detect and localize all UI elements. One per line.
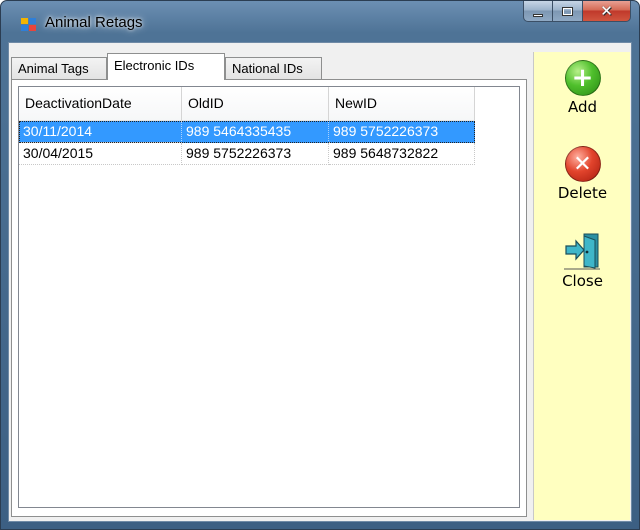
column-header-old-id[interactable]: OldID — [182, 87, 329, 121]
cell-deactivation-date: 30/11/2014 — [19, 121, 182, 143]
app-icon[interactable] — [21, 18, 37, 32]
table-row[interactable]: 30/11/2014 989 5464335435 989 5752226373 — [19, 121, 475, 143]
maximize-button[interactable] — [553, 1, 583, 22]
client-area: Animal Tags Electronic IDs National IDs … — [8, 42, 632, 522]
exit-door-icon — [563, 233, 600, 270]
caption-buttons: ✕ — [523, 1, 631, 25]
tab-animal-tags[interactable]: Animal Tags — [11, 57, 107, 79]
maximize-icon — [562, 6, 573, 16]
close-label: Close — [562, 272, 603, 290]
cell-new-id: 989 5648732822 — [329, 143, 475, 165]
delete-button[interactable]: ✕ Delete — [534, 146, 631, 202]
table-row[interactable]: 30/04/2015 989 5752226373 989 5648732822 — [19, 143, 475, 165]
minimize-icon — [533, 13, 543, 17]
close-window-button[interactable]: ✕ — [583, 1, 631, 22]
action-toolbar: + Add ✕ Delete Close — [533, 52, 630, 520]
column-header-deactivation-date[interactable]: DeactivationDate — [19, 87, 182, 121]
minimize-button[interactable] — [523, 1, 553, 22]
window-title: Animal Retags — [45, 14, 143, 31]
list-header: DeactivationDate OldID NewID — [19, 87, 475, 121]
cell-new-id: 989 5752226373 — [329, 121, 475, 143]
add-label: Add — [567, 98, 598, 116]
add-button[interactable]: + Add — [534, 60, 631, 116]
cell-old-id: 989 5464335435 — [182, 121, 329, 143]
tab-electronic-ids[interactable]: Electronic IDs — [107, 53, 225, 80]
close-button[interactable]: Close — [534, 232, 631, 290]
column-header-new-id[interactable]: NewID — [329, 87, 475, 121]
delete-label: Delete — [557, 184, 608, 202]
close-icon: ✕ — [600, 2, 613, 20]
app-window: Animal Retags ✕ Animal Tags Electronic I… — [0, 0, 640, 530]
cell-deactivation-date: 30/04/2015 — [19, 143, 182, 165]
add-plus-icon: + — [564, 60, 601, 96]
cell-old-id: 989 5752226373 — [182, 143, 329, 165]
electronic-ids-panel: DeactivationDate OldID NewID 30/11/2014 … — [11, 79, 527, 517]
title-bar[interactable]: Animal Retags ✕ — [1, 1, 639, 41]
delete-x-icon: ✕ — [564, 146, 601, 182]
retags-list[interactable]: DeactivationDate OldID NewID 30/11/2014 … — [18, 86, 520, 508]
tab-national-ids[interactable]: National IDs — [225, 57, 322, 79]
